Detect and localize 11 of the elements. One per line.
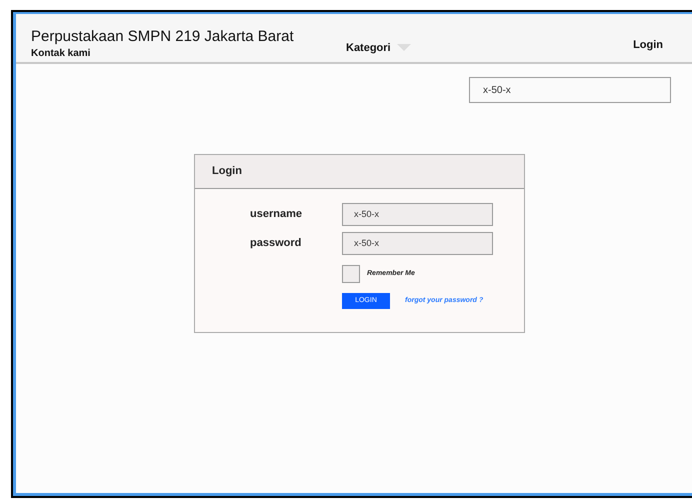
caret-icon xyxy=(396,44,411,52)
remember-checkbox[interactable] xyxy=(342,265,360,283)
category-dropdown[interactable]: Kategori xyxy=(346,40,411,56)
search-field[interactable]: x-50-x xyxy=(469,77,671,103)
field-label: username xyxy=(250,207,302,222)
site-title: Perpustakaan SMPN 219 Jakarta Barat xyxy=(31,28,295,46)
field-label: password xyxy=(250,236,302,252)
input-field[interactable]: x-50-x xyxy=(342,203,493,226)
card-title: Login xyxy=(212,164,242,180)
login-link[interactable]: Login xyxy=(633,36,663,53)
input-field[interactable]: x-50-x xyxy=(342,232,493,255)
